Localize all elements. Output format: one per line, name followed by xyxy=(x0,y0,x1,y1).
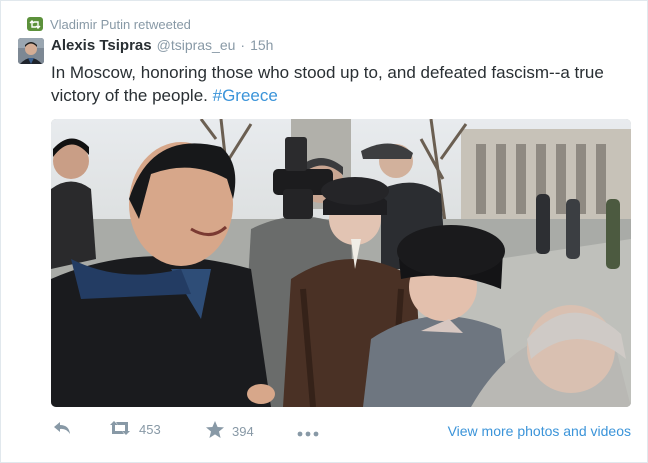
hashtag-link[interactable]: #Greece xyxy=(213,86,278,105)
tweet-header: Alexis Tsipras @tsipras_eu · 15h xyxy=(51,37,273,57)
retweet-badge-icon xyxy=(27,17,43,31)
tweet-body: In Moscow, honoring those who stood up t… xyxy=(51,63,604,105)
reply-action[interactable] xyxy=(53,421,71,438)
retweet-context-label[interactable]: Vladimir Putin retweeted xyxy=(50,17,191,32)
photo-content xyxy=(51,119,631,407)
tweet-actions: 453 394 View more photos and videos xyxy=(51,419,631,445)
view-more-photos-link[interactable]: View more photos and videos xyxy=(448,423,631,439)
retweet-icon[interactable] xyxy=(109,421,131,438)
tweet-timestamp[interactable]: 15h xyxy=(250,37,273,53)
author-name[interactable]: Alexis Tsipras xyxy=(51,37,152,54)
reply-icon[interactable] xyxy=(53,421,71,438)
header-separator: · xyxy=(240,37,246,53)
tweet-text: In Moscow, honoring those who stood up t… xyxy=(51,61,641,107)
star-icon[interactable] xyxy=(206,421,224,441)
more-dots-icon[interactable] xyxy=(297,425,319,440)
author-handle[interactable]: @tsipras_eu xyxy=(157,37,236,53)
tweet-card[interactable]: Vladimir Putin retweeted Alexis Tsipras … xyxy=(0,0,648,463)
retweet-count: 453 xyxy=(139,422,161,437)
favorite-action[interactable]: 394 xyxy=(206,421,254,441)
more-action[interactable] xyxy=(297,425,319,440)
retweet-context: Vladimir Putin retweeted xyxy=(27,15,191,33)
retweet-action[interactable]: 453 xyxy=(109,421,161,438)
avatar[interactable] xyxy=(18,38,44,64)
tweet-photo[interactable] xyxy=(51,119,631,407)
favorite-count: 394 xyxy=(232,423,254,439)
